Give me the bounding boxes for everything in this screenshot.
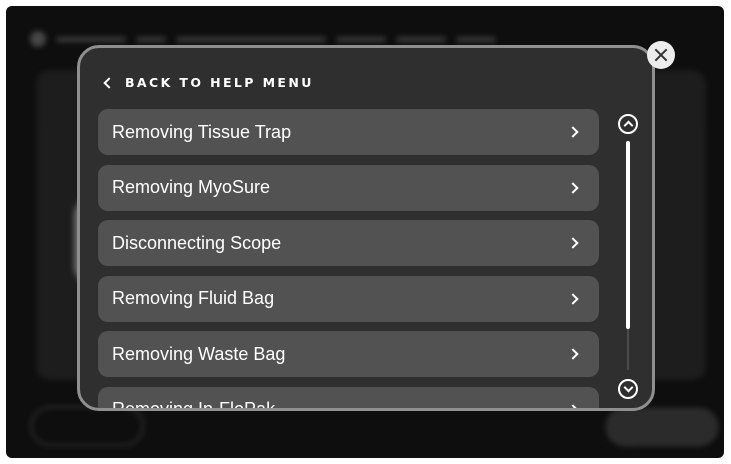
back-to-help-menu-link[interactable]: BACK TO HELP MENU (102, 75, 314, 90)
list-item-removing-waste-bag[interactable]: Removing Waste Bag (98, 331, 599, 377)
scroll-down-button[interactable] (618, 379, 638, 399)
list-item-label: Removing Waste Bag (112, 343, 286, 364)
list-item-label: Removing MyoSure (112, 177, 271, 197)
list-item-label: Removing Tissue Trap (112, 121, 292, 142)
chevron-left-icon (103, 76, 115, 89)
list-item-removing-myosure[interactable]: Removing MyoSure (98, 164, 599, 211)
help-modal: BACK TO HELP MENU Removing Tissue Trap R… (77, 45, 655, 411)
scrollbar-thumb[interactable] (626, 141, 630, 329)
scroll-up-button[interactable] (618, 114, 638, 134)
close-button[interactable] (647, 41, 675, 69)
list-item-disconnecting-scope[interactable]: Disconnecting Scope (98, 220, 599, 266)
chevron-right-icon (567, 292, 579, 305)
list-item-removing-fluid-bag[interactable]: Removing Fluid Bag (98, 275, 599, 322)
list-item-removing-tissue-trap[interactable]: Removing Tissue Trap (98, 109, 599, 155)
chevron-right-icon (567, 403, 579, 408)
chevron-right-icon (567, 181, 579, 194)
list-item-label: Removing Fluid Bag (112, 288, 275, 308)
background-status-bar (30, 31, 570, 47)
chevron-right-icon (567, 348, 579, 360)
list-item-label: Disconnecting Scope (112, 232, 282, 253)
list-item-label: Removing In-FloPak (112, 399, 276, 411)
help-topic-list: Removing Tissue Trap Removing MyoSure Di… (98, 109, 599, 411)
chevron-right-icon (567, 237, 579, 249)
chevron-right-icon (567, 126, 579, 138)
list-item-removing-in-flopak[interactable]: Removing In-FloPak (98, 386, 599, 411)
back-link-label: BACK TO HELP MENU (125, 75, 314, 90)
